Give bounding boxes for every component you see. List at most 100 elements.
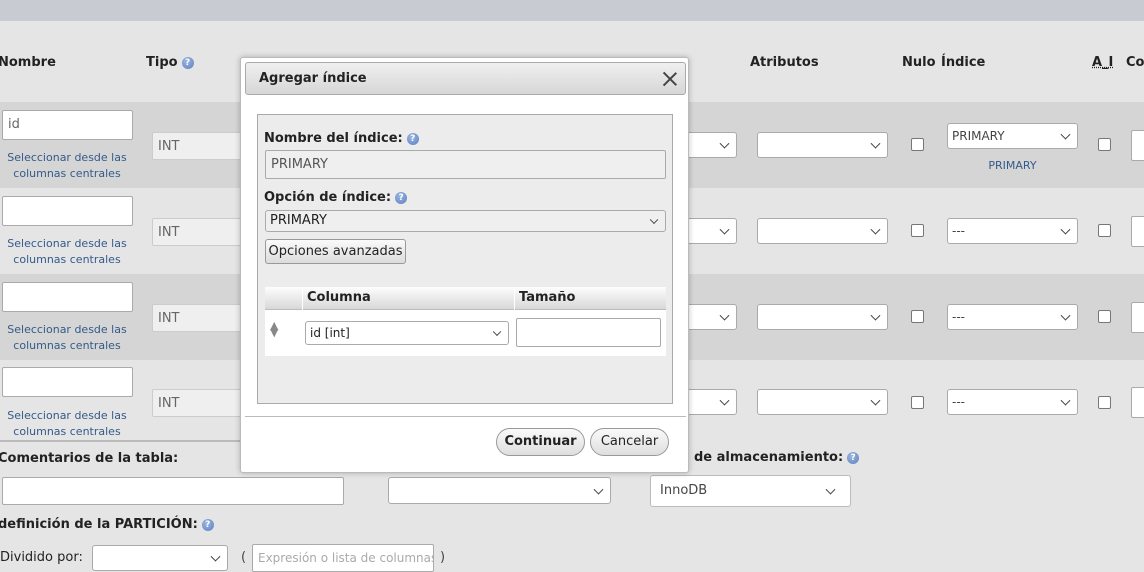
central-columns-link[interactable]: Seleccionar desde las columnas centrales	[2, 236, 132, 268]
collation-select[interactable]	[686, 132, 737, 158]
index-column-row: ▲ ▼ id [int]	[265, 310, 666, 356]
comments-input[interactable]	[1131, 216, 1144, 247]
null-checkbox[interactable]	[911, 396, 924, 409]
top-bar	[0, 0, 1144, 21]
chevron-down-icon	[210, 551, 221, 562]
column-name-input[interactable]	[2, 367, 133, 397]
help-icon[interactable]: ?	[201, 518, 214, 531]
column-name-input[interactable]	[2, 282, 133, 312]
partition-label-text: definición de la PARTICIÓN:	[0, 517, 198, 532]
column-name-input[interactable]: id	[2, 110, 133, 140]
index-select[interactable]: ---	[947, 304, 1078, 330]
chevron-down-icon	[649, 215, 659, 225]
cancel-button[interactable]: Cancelar	[590, 428, 669, 456]
column-type-select[interactable]: INT	[152, 132, 247, 160]
chevron-down-icon	[1060, 129, 1071, 140]
storage-engine-value: InnoDB	[660, 483, 708, 498]
index-select[interactable]: PRIMARY	[947, 123, 1078, 149]
index-note: PRIMARY	[988, 159, 1037, 172]
col-header-indice: Índice	[941, 55, 986, 70]
dialog-body: Nombre del índice:? PRIMARY Opción de ín…	[257, 114, 673, 404]
storage-engine-label: de almacenamiento:?	[694, 450, 860, 465]
help-icon[interactable]: ?	[395, 191, 408, 204]
null-checkbox[interactable]	[911, 224, 924, 237]
col-header-tipo: Tipo?	[146, 55, 194, 70]
column-type-select[interactable]: INT	[152, 218, 247, 246]
ai-checkbox[interactable]	[1098, 138, 1111, 151]
dialog-footer-divider	[245, 416, 686, 417]
ai-checkbox[interactable]	[1098, 310, 1111, 323]
chevron-down-icon	[870, 224, 881, 235]
chevron-down-icon	[870, 395, 881, 406]
paren-open: (	[241, 550, 247, 565]
comments-input[interactable]	[1131, 302, 1144, 333]
collation-select[interactable]	[686, 389, 737, 415]
help-icon[interactable]: ?	[406, 132, 419, 145]
ai-checkbox[interactable]	[1098, 224, 1111, 237]
index-option-label: Opción de índice:?	[264, 190, 408, 205]
null-checkbox[interactable]	[911, 310, 924, 323]
index-columns-header: Columna Tamaño	[265, 287, 666, 310]
close-icon[interactable]	[661, 70, 679, 88]
chevron-down-icon	[719, 224, 730, 235]
index-option-value: PRIMARY	[270, 213, 327, 228]
index-select[interactable]: ---	[947, 389, 1078, 415]
chevron-down-icon	[825, 484, 836, 495]
chevron-down-icon	[1060, 310, 1071, 321]
collation-select[interactable]	[686, 304, 737, 330]
central-columns-link[interactable]: Seleccionar desde las columnas centrales	[2, 408, 132, 440]
col-header-nulo: Nulo	[902, 55, 936, 70]
chevron-down-icon	[870, 310, 881, 321]
ai-checkbox[interactable]	[1098, 396, 1111, 409]
central-columns-link[interactable]: Seleccionar desde las columnas centrales	[2, 322, 132, 354]
index-select-value: PRIMARY	[952, 129, 1005, 143]
chevron-down-icon	[1060, 224, 1071, 235]
advanced-options-button[interactable]: Opciones avanzadas	[265, 239, 406, 264]
index-select-value: ---	[952, 310, 965, 324]
continue-button[interactable]: Continuar	[496, 428, 585, 456]
partition-expression-input[interactable]: Expresión o lista de columnas	[252, 544, 434, 572]
dialog-title: Agregar índice	[259, 71, 367, 86]
collation-table-select[interactable]	[388, 477, 611, 504]
storage-engine-label-text: de almacenamiento:	[694, 450, 844, 465]
attributes-select[interactable]	[757, 218, 888, 244]
attributes-select[interactable]	[757, 389, 888, 415]
paren-close: )	[440, 550, 446, 565]
partition-label: definición de la PARTICIÓN:?	[0, 517, 214, 532]
comments-input[interactable]	[1131, 130, 1144, 161]
column-type-select[interactable]: INT	[152, 304, 247, 332]
index-select-value: ---	[952, 224, 965, 238]
drag-column-header	[265, 287, 302, 310]
column-header: Columna	[302, 287, 514, 310]
storage-engine-select[interactable]: InnoDB	[650, 475, 851, 507]
collation-select[interactable]	[686, 218, 737, 244]
help-icon[interactable]: ?	[181, 56, 194, 69]
index-column-value: id [int]	[310, 326, 350, 340]
chevron-down-icon	[719, 395, 730, 406]
help-icon[interactable]: ?	[847, 451, 860, 464]
index-column-select[interactable]: id [int]	[305, 321, 509, 345]
chevron-down-icon	[870, 138, 881, 149]
index-option-select[interactable]: PRIMARY	[265, 210, 666, 232]
index-name-input[interactable]: PRIMARY	[265, 150, 666, 179]
chevron-down-icon	[492, 327, 502, 337]
drag-handle-icon[interactable]: ▲ ▼	[270, 320, 278, 338]
index-select[interactable]: ---	[947, 218, 1078, 244]
central-columns-link[interactable]: Seleccionar desde las columnas centrales	[2, 150, 132, 182]
attributes-select[interactable]	[757, 304, 888, 330]
col-header-comments: Co	[1126, 55, 1144, 70]
divider	[0, 440, 240, 442]
null-checkbox[interactable]	[911, 138, 924, 151]
col-header-tipo-label: Tipo	[146, 55, 178, 70]
table-comments-input[interactable]	[2, 477, 344, 505]
chevron-down-icon	[1060, 395, 1071, 406]
partition-by-select[interactable]	[92, 545, 228, 571]
column-type-select[interactable]: INT	[152, 389, 247, 417]
column-name-input[interactable]	[2, 196, 133, 226]
comments-input[interactable]	[1131, 387, 1144, 418]
size-header: Tamaño	[514, 287, 666, 310]
dialog-title-bar[interactable]: Agregar índice	[245, 62, 686, 95]
index-name-label: Nombre del índice:?	[264, 131, 419, 146]
attributes-select[interactable]	[757, 132, 888, 158]
index-size-input[interactable]	[516, 318, 661, 347]
